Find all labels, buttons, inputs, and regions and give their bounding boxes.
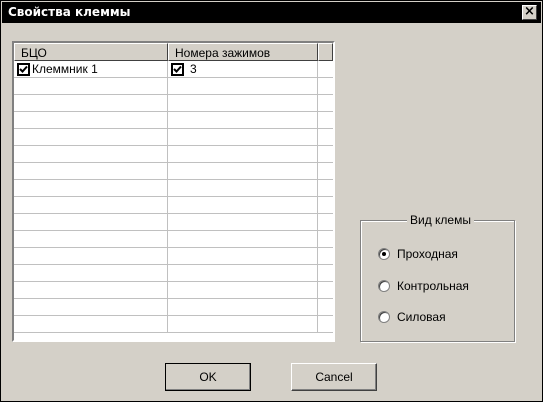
- grid-cell[interactable]: [14, 316, 168, 332]
- grid-cell[interactable]: [168, 231, 318, 247]
- grid-rows: Клеммник 1 3: [14, 61, 333, 333]
- table-row[interactable]: [14, 95, 333, 112]
- radio-label-control: Контрольная: [397, 279, 469, 293]
- clamp-number: 3: [190, 62, 197, 76]
- grid-cell: [318, 129, 333, 145]
- terminal-grid[interactable]: БЦО Номера зажимов Клеммник 1 3: [12, 41, 335, 342]
- group-title: Вид клемы: [407, 213, 474, 227]
- grid-cell: [318, 180, 333, 196]
- grid-cell: [318, 316, 333, 332]
- grid-cell[interactable]: [14, 231, 168, 247]
- grid-cell[interactable]: [168, 316, 318, 332]
- grid-cell[interactable]: [14, 146, 168, 162]
- grid-cell[interactable]: [168, 78, 318, 94]
- table-row[interactable]: [14, 282, 333, 299]
- grid-cell[interactable]: [168, 197, 318, 213]
- grid-cell[interactable]: [168, 180, 318, 196]
- grid-cell[interactable]: [168, 146, 318, 162]
- grid-header: БЦО Номера зажимов: [14, 43, 333, 61]
- grid-cell: [318, 163, 333, 179]
- grid-cell: [318, 146, 333, 162]
- table-row[interactable]: [14, 180, 333, 197]
- table-row[interactable]: [14, 197, 333, 214]
- grid-cell[interactable]: [14, 129, 168, 145]
- radio-option-power[interactable]: Силовая: [378, 310, 446, 324]
- column-header-extra[interactable]: [318, 43, 333, 61]
- radio-label-power: Силовая: [397, 310, 446, 324]
- table-row[interactable]: [14, 316, 333, 333]
- grid-cell[interactable]: [14, 180, 168, 196]
- radio-button-control[interactable]: [378, 280, 390, 292]
- table-row[interactable]: [14, 129, 333, 146]
- grid-cell[interactable]: [168, 265, 318, 281]
- grid-cell: [318, 78, 333, 94]
- close-button[interactable]: ×: [522, 5, 537, 20]
- grid-cell[interactable]: [168, 163, 318, 179]
- grid-cell: [318, 112, 333, 128]
- grid-cell[interactable]: [168, 282, 318, 298]
- radio-label-passthrough: Проходная: [397, 247, 458, 261]
- grid-cell: [318, 95, 333, 111]
- table-row[interactable]: [14, 163, 333, 180]
- grid-cell: [318, 197, 333, 213]
- radio-button-power[interactable]: [378, 311, 390, 323]
- table-row[interactable]: [14, 231, 333, 248]
- grid-cell: [318, 299, 333, 315]
- grid-cell: [318, 248, 333, 264]
- table-row[interactable]: [14, 248, 333, 265]
- close-icon: ×: [524, 4, 535, 19]
- grid-cell: [318, 231, 333, 247]
- window-title: Свойства клеммы: [8, 5, 131, 19]
- table-row[interactable]: [14, 78, 333, 95]
- grid-cell[interactable]: [168, 95, 318, 111]
- column-header-bco[interactable]: БЦО: [14, 43, 168, 61]
- clamp-checkbox[interactable]: [171, 62, 184, 76]
- title-bar[interactable]: Свойства клеммы ×: [2, 2, 541, 23]
- grid-cell[interactable]: [14, 197, 168, 213]
- column-header-clamp-numbers[interactable]: Номера зажимов: [168, 43, 318, 61]
- grid-cell[interactable]: [14, 299, 168, 315]
- grid-cell[interactable]: [14, 78, 168, 94]
- table-row[interactable]: [14, 146, 333, 163]
- grid-cell[interactable]: [168, 248, 318, 264]
- grid-cell[interactable]: [14, 265, 168, 281]
- bco-label: Клеммник 1: [32, 62, 98, 76]
- dialog-window: Свойства клеммы × БЦО Номера зажимов Кле…: [0, 0, 543, 402]
- grid-cell: [318, 282, 333, 298]
- grid-cell-bco[interactable]: Клеммник 1: [14, 61, 168, 77]
- terminal-type-group: Вид клемы Проходная Контрольная Силовая: [360, 213, 515, 342]
- grid-cell-clamp-numbers[interactable]: 3: [168, 61, 318, 77]
- table-row[interactable]: [14, 299, 333, 316]
- cancel-button[interactable]: Cancel: [291, 363, 377, 391]
- radio-button-passthrough[interactable]: [378, 248, 390, 260]
- ok-button[interactable]: OK: [165, 363, 251, 391]
- grid-cell[interactable]: [14, 95, 168, 111]
- radio-option-passthrough[interactable]: Проходная: [378, 247, 458, 261]
- table-row[interactable]: [14, 112, 333, 129]
- grid-cell: [318, 214, 333, 230]
- grid-cell[interactable]: [14, 163, 168, 179]
- grid-cell[interactable]: [14, 248, 168, 264]
- grid-cell[interactable]: [14, 112, 168, 128]
- grid-cell[interactable]: [168, 129, 318, 145]
- table-row[interactable]: [14, 214, 333, 231]
- grid-cell[interactable]: [168, 299, 318, 315]
- grid-cell[interactable]: [168, 112, 318, 128]
- grid-cell[interactable]: [14, 282, 168, 298]
- grid-cell: [318, 265, 333, 281]
- table-row[interactable]: Клеммник 1 3: [14, 61, 333, 78]
- radio-option-control[interactable]: Контрольная: [378, 279, 469, 293]
- grid-cell[interactable]: [168, 214, 318, 230]
- bco-checkbox[interactable]: [17, 62, 30, 76]
- grid-cell[interactable]: [14, 214, 168, 230]
- grid-cell-extra: [318, 61, 333, 77]
- table-row[interactable]: [14, 265, 333, 282]
